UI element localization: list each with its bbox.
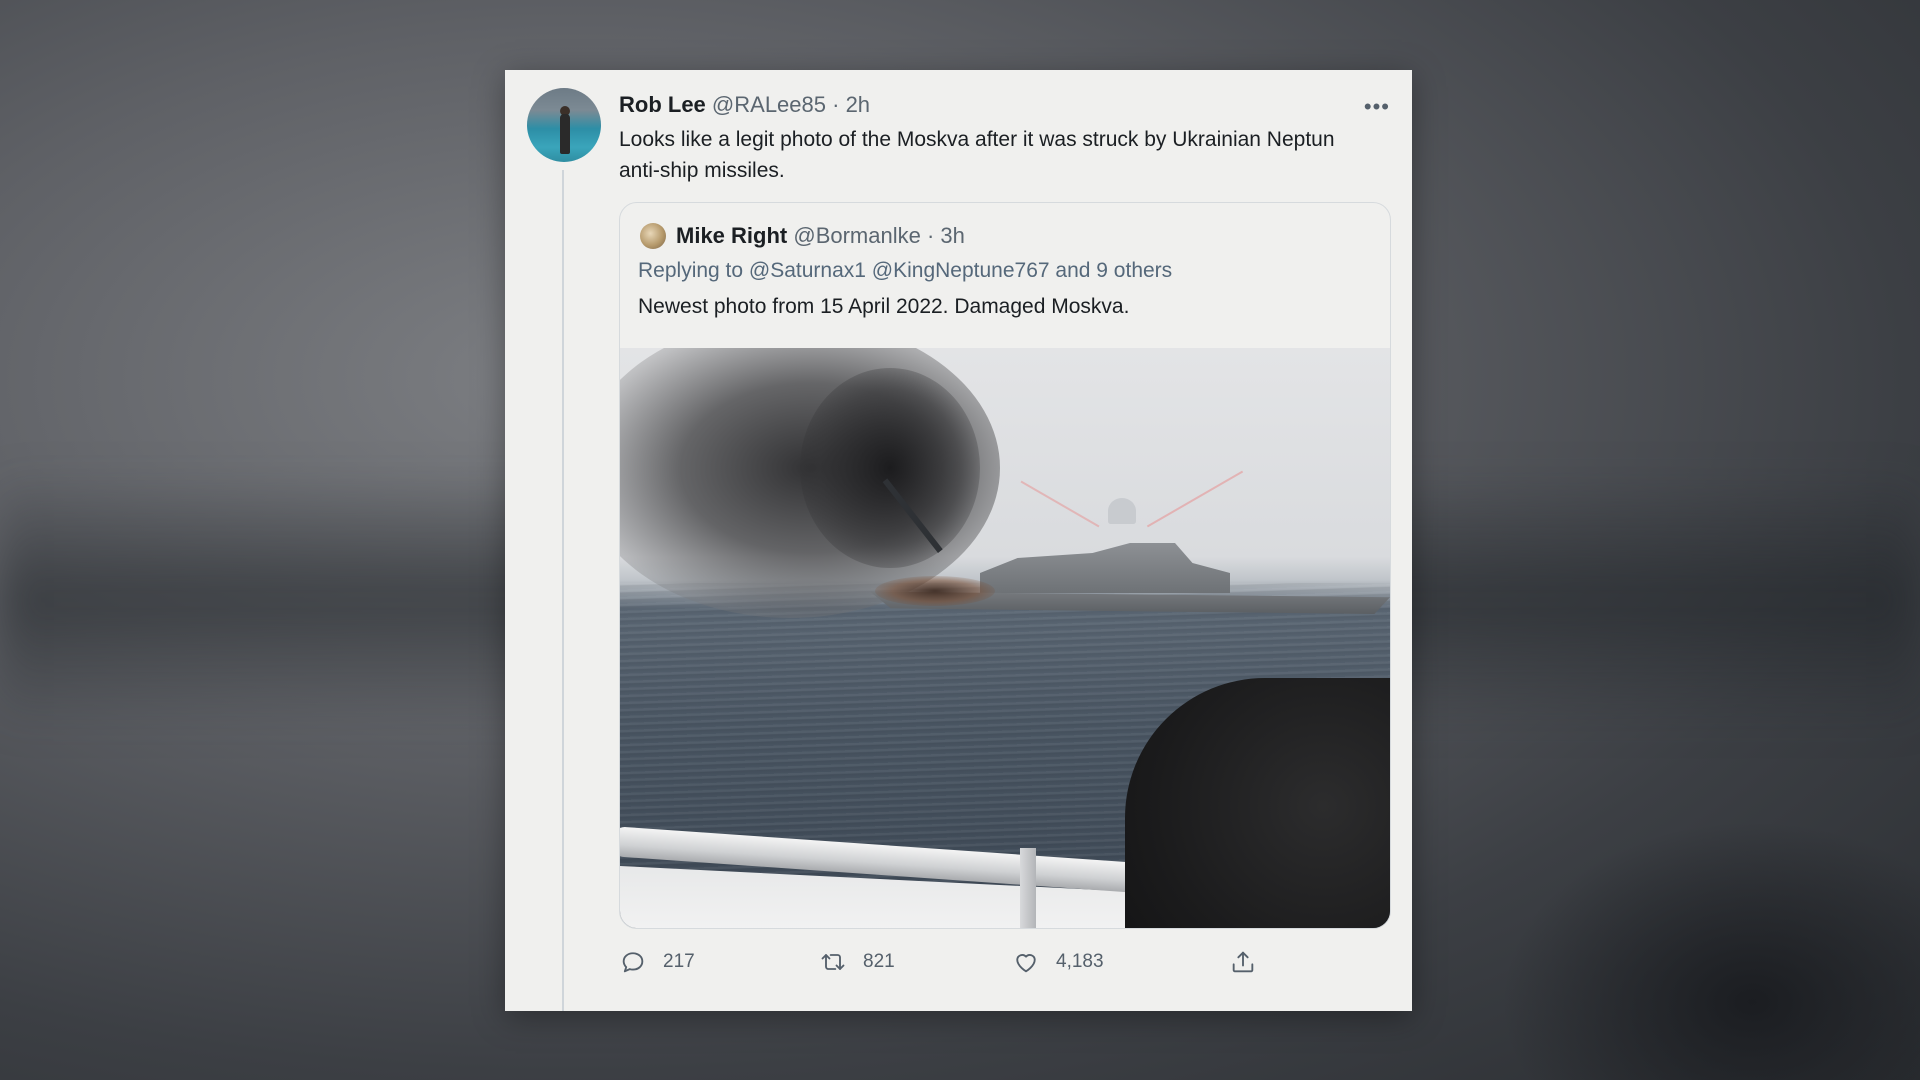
photo-radar-dome xyxy=(1108,498,1136,524)
tweet-header: Rob Lee @RALee85 · 2h xyxy=(619,92,870,118)
quoted-author-handle[interactable]: @Bormanlke xyxy=(793,223,921,248)
like-button[interactable]: 4,183 xyxy=(1012,944,1104,980)
like-icon xyxy=(1016,954,1036,973)
quoted-photo[interactable] xyxy=(620,348,1390,928)
photo-railing-post xyxy=(1020,848,1036,928)
retweet-count: 821 xyxy=(863,951,895,972)
reply-others-link[interactable]: and 9 others xyxy=(1055,259,1172,282)
tweet-time[interactable]: · 2h xyxy=(832,92,870,117)
more-icon[interactable]: ••• xyxy=(1364,94,1390,120)
quoted-tweet-text: Newest photo from 15 April 2022. Damaged… xyxy=(638,295,1130,318)
photo-smoke-dark xyxy=(800,368,980,568)
share-button[interactable] xyxy=(1229,944,1257,980)
share-icon xyxy=(1232,951,1254,973)
reply-icon xyxy=(622,952,644,973)
thread-line xyxy=(562,170,564,1011)
quoted-author-avatar[interactable] xyxy=(640,223,666,249)
like-count: 4,183 xyxy=(1056,951,1104,972)
quoted-tweet-header: Mike Right @Bormanlke · 3h xyxy=(676,223,965,249)
retweet-icon xyxy=(821,954,845,970)
tweet-text: Looks like a legit photo of the Moskva a… xyxy=(619,128,1335,182)
photo-ship-superstructure xyxy=(980,543,1230,593)
replying-to-label: Replying to xyxy=(638,259,744,282)
author-handle[interactable]: @RALee85 xyxy=(712,92,826,117)
author-avatar[interactable] xyxy=(527,88,601,162)
quoted-tweet[interactable]: Mike Right @Bormanlke · 3h Replying to @… xyxy=(619,202,1391,929)
photo-water-spray xyxy=(1146,470,1244,528)
background-shadow xyxy=(1500,820,1920,1080)
avatar-figure-body xyxy=(560,114,570,154)
tweet-card: Rob Lee @RALee85 · 2h ••• Looks like a l… xyxy=(505,70,1412,1011)
reply-count: 217 xyxy=(663,951,695,972)
photo-water-spray xyxy=(1020,480,1100,528)
tweet-actions: 217 821 4,183 xyxy=(619,944,1389,980)
retweet-button[interactable]: 821 xyxy=(819,944,895,980)
author-name[interactable]: Rob Lee xyxy=(619,92,706,117)
replying-to-line: Replying to @Saturnax1 @KingNeptune767 a… xyxy=(638,259,1172,283)
quoted-tweet-time[interactable]: · 3h xyxy=(927,223,965,248)
photo-ship-fire xyxy=(875,576,995,606)
quoted-author-name[interactable]: Mike Right xyxy=(676,223,787,248)
reply-button[interactable]: 217 xyxy=(619,944,695,980)
reply-mentions[interactable]: @Saturnax1 @KingNeptune767 xyxy=(749,259,1050,282)
